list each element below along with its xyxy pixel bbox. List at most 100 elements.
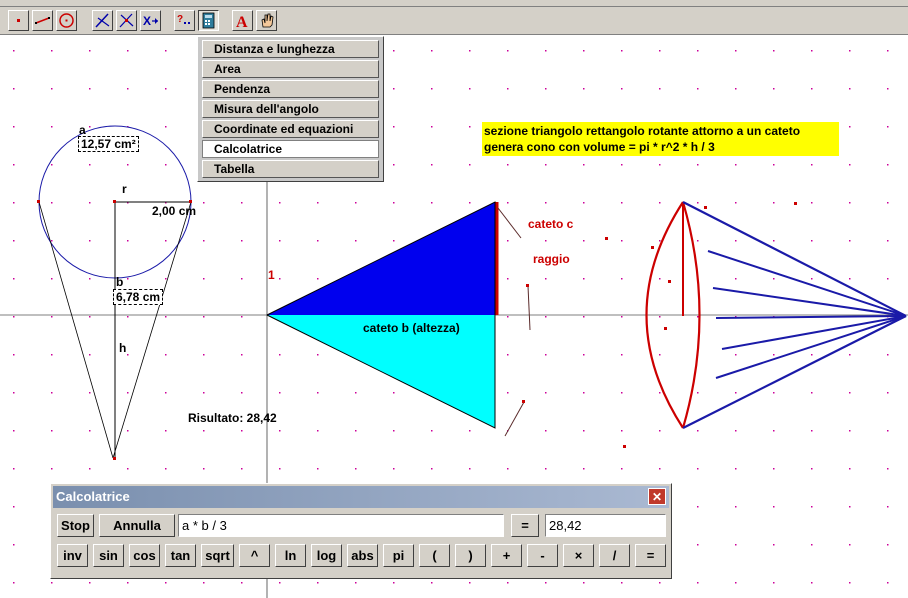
- point-tool-button[interactable]: [8, 10, 29, 31]
- equals-display-button[interactable]: =: [511, 514, 539, 537]
- point[interactable]: [664, 327, 667, 330]
- grid-dot: [165, 164, 167, 166]
- point[interactable]: [623, 445, 626, 448]
- cone-generatrix-left: [38, 201, 114, 459]
- height-measure[interactable]: 6,78 cm: [113, 289, 164, 305]
- key-equals[interactable]: =: [635, 544, 666, 567]
- grid-dot: [697, 50, 699, 52]
- grid-dot: [355, 468, 357, 470]
- menu-item-distance[interactable]: Distanza e lunghezza: [202, 40, 379, 58]
- grid-dot: [203, 240, 205, 242]
- point[interactable]: [704, 206, 707, 209]
- key-multiply[interactable]: ×: [563, 544, 594, 567]
- key-inv[interactable]: inv: [57, 544, 88, 567]
- grid-dot: [13, 582, 15, 584]
- calculator-title: Calcolatrice: [56, 489, 130, 504]
- point[interactable]: [522, 400, 525, 403]
- key-sin[interactable]: sin: [93, 544, 124, 567]
- grid-dot: [773, 88, 775, 90]
- grid-dot: [203, 430, 205, 432]
- key-divide[interactable]: /: [599, 544, 630, 567]
- grid-dot: [393, 202, 395, 204]
- calculator-tool-button[interactable]: [198, 10, 219, 31]
- grid-dot: [13, 50, 15, 52]
- caption-note[interactable]: sezione triangolo rettangolo rotante att…: [482, 122, 839, 156]
- point[interactable]: [526, 284, 529, 287]
- grid-dot: [13, 392, 15, 394]
- menu-item-area[interactable]: Area: [202, 60, 379, 78]
- cancel-button[interactable]: Annulla: [99, 514, 175, 537]
- grid-dot: [203, 202, 205, 204]
- grid-dot: [241, 430, 243, 432]
- menu-item-table[interactable]: Tabella: [202, 160, 379, 178]
- grid-dot: [811, 164, 813, 166]
- cone-ray-1: [707, 250, 907, 317]
- menu-item-calculator[interactable]: Calcolatrice: [202, 140, 379, 158]
- grid-dot: [697, 506, 699, 508]
- grid-dot: [89, 316, 91, 318]
- grid-dot: [887, 544, 889, 546]
- menu-item-slope[interactable]: Pendenza: [202, 80, 379, 98]
- intersection-tool-button[interactable]: [116, 10, 137, 31]
- expression-field[interactable]: a * b / 3: [178, 514, 504, 537]
- grid-dot: [51, 430, 53, 432]
- text-tool-button[interactable]: A: [232, 10, 253, 31]
- hand-tool-button[interactable]: [256, 10, 277, 31]
- grid-dot: [469, 126, 471, 128]
- key-abs[interactable]: abs: [347, 544, 378, 567]
- key-open-paren[interactable]: (: [419, 544, 450, 567]
- key-log[interactable]: log: [311, 544, 342, 567]
- grid-dot: [583, 392, 585, 394]
- grid-dot: [431, 88, 433, 90]
- grid-dot: [241, 202, 243, 204]
- menu-item-coordinates[interactable]: Coordinate ed equazioni: [202, 120, 379, 138]
- grid-dot: [887, 582, 889, 584]
- grid-dot: [89, 50, 91, 52]
- grid-dot: [697, 430, 699, 432]
- area-measure[interactable]: 12,57 cm²: [78, 136, 139, 152]
- grid-dot: [13, 240, 15, 242]
- stop-button[interactable]: Stop: [57, 514, 94, 537]
- grid-dot: [697, 392, 699, 394]
- grid-dot: [355, 240, 357, 242]
- circle-point-right[interactable]: [189, 200, 192, 203]
- grid-dot: [811, 240, 813, 242]
- key-ln[interactable]: ln: [275, 544, 306, 567]
- center-point[interactable]: [113, 200, 116, 203]
- segment-tool-button[interactable]: [32, 10, 53, 31]
- circle-point-left[interactable]: [37, 200, 40, 203]
- result-field[interactable]: 28,42: [545, 514, 666, 537]
- key-tan[interactable]: tan: [165, 544, 196, 567]
- radius-measure[interactable]: 2,00 cm: [152, 204, 196, 218]
- apex-point[interactable]: [113, 457, 116, 460]
- grid-dot: [621, 354, 623, 356]
- point[interactable]: [794, 202, 797, 205]
- transform-tool-button[interactable]: X: [140, 10, 161, 31]
- point[interactable]: [651, 246, 654, 249]
- point[interactable]: [668, 280, 671, 283]
- key-cos[interactable]: cos: [129, 544, 160, 567]
- grid-dot: [279, 240, 281, 242]
- svg-text:X: X: [143, 14, 151, 28]
- circle-tool-button[interactable]: [56, 10, 77, 31]
- key-close-paren[interactable]: ): [455, 544, 486, 567]
- grid-dot: [203, 316, 205, 318]
- grid-dot: [165, 88, 167, 90]
- grid-dot: [13, 354, 15, 356]
- key-power[interactable]: ^: [239, 544, 270, 567]
- point[interactable]: [605, 237, 608, 240]
- grid-dot: [241, 392, 243, 394]
- menu-item-angle[interactable]: Misura dell'angolo: [202, 100, 379, 118]
- key-sqrt[interactable]: sqrt: [201, 544, 234, 567]
- key-plus[interactable]: +: [491, 544, 522, 567]
- grid-dot: [849, 164, 851, 166]
- macro-tool-button[interactable]: ?: [174, 10, 195, 31]
- grid-dot: [165, 468, 167, 470]
- close-icon[interactable]: ✕: [648, 488, 666, 505]
- key-minus[interactable]: -: [527, 544, 558, 567]
- grid-dot: [735, 544, 737, 546]
- calculator-title-bar[interactable]: Calcolatrice ✕: [53, 486, 669, 508]
- perpendicular-tool-button[interactable]: [92, 10, 113, 31]
- result-text[interactable]: Risultato: 28,42: [188, 411, 277, 425]
- key-pi[interactable]: pi: [383, 544, 414, 567]
